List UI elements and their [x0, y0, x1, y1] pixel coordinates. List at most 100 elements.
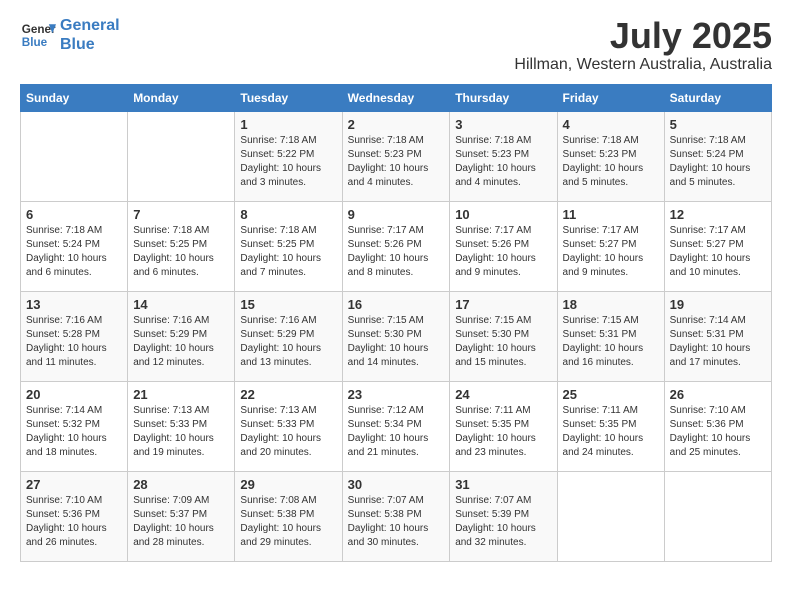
day-info: Sunrise: 7:18 AM Sunset: 5:22 PM Dayligh… — [240, 134, 336, 190]
day-info: Sunrise: 7:10 AM Sunset: 5:36 PM Dayligh… — [670, 404, 766, 460]
day-info: Sunrise: 7:16 AM Sunset: 5:29 PM Dayligh… — [133, 314, 229, 370]
day-number: 6 — [26, 207, 122, 222]
day-number: 3 — [455, 117, 551, 132]
day-number: 30 — [348, 477, 445, 492]
day-info: Sunrise: 7:16 AM Sunset: 5:29 PM Dayligh… — [240, 314, 336, 370]
day-info: Sunrise: 7:11 AM Sunset: 5:35 PM Dayligh… — [455, 404, 551, 460]
logo-text: General Blue — [60, 16, 120, 54]
day-info: Sunrise: 7:18 AM Sunset: 5:23 PM Dayligh… — [563, 134, 659, 190]
day-number: 9 — [348, 207, 445, 222]
calendar-cell: 9Sunrise: 7:17 AM Sunset: 5:26 PM Daylig… — [342, 201, 450, 291]
day-info: Sunrise: 7:15 AM Sunset: 5:30 PM Dayligh… — [348, 314, 445, 370]
calendar-cell: 15Sunrise: 7:16 AM Sunset: 5:29 PM Dayli… — [235, 291, 342, 381]
day-info: Sunrise: 7:17 AM Sunset: 5:26 PM Dayligh… — [455, 224, 551, 280]
calendar-cell — [557, 471, 664, 561]
week-row-3: 13 Sunrise: 7:16 AM Sunset: 5:28 PM Dayli… — [21, 291, 772, 381]
calendar-cell: 14Sunrise: 7:16 AM Sunset: 5:29 PM Dayli… — [128, 291, 235, 381]
day-number: 12 — [670, 207, 766, 222]
day-info: Sunrise: 7:13 AM Sunset: 5:33 PM Dayligh… — [240, 404, 336, 460]
calendar-cell: 12Sunrise: 7:17 AM Sunset: 5:27 PM Dayli… — [664, 201, 771, 291]
calendar-cell — [128, 111, 235, 201]
day-info: Sunrise: 7:18 AM Sunset: 5:23 PM Dayligh… — [455, 134, 551, 190]
svg-text:Blue: Blue — [22, 36, 48, 49]
calendar-cell — [21, 111, 128, 201]
header-day-monday: Monday — [128, 84, 235, 111]
day-info: Sunrise: 7:08 AM Sunset: 5:38 PM Dayligh… — [240, 494, 336, 550]
day-number: 25 — [563, 387, 659, 402]
header-day-tuesday: Tuesday — [235, 84, 342, 111]
day-number: 26 — [670, 387, 766, 402]
day-info: Sunrise: 7:18 AM Sunset: 5:24 PM Dayligh… — [670, 134, 766, 190]
header-row: SundayMondayTuesdayWednesdayThursdayFrid… — [21, 84, 772, 111]
day-info: Sunrise: 7:13 AM Sunset: 5:33 PM Dayligh… — [133, 404, 229, 460]
calendar-cell: 27Sunrise: 7:10 AM Sunset: 5:36 PM Dayli… — [21, 471, 128, 561]
calendar-cell: 20 Sunrise: 7:14 AM Sunset: 5:32 PM Dayli… — [21, 381, 128, 471]
day-info: Sunrise: 7:12 AM Sunset: 5:34 PM Dayligh… — [348, 404, 445, 460]
day-info: Sunrise: 7:18 AM Sunset: 5:24 PM Dayligh… — [26, 224, 122, 280]
day-info: Sunrise: 7:07 AM Sunset: 5:38 PM Dayligh… — [348, 494, 445, 550]
day-number: 10 — [455, 207, 551, 222]
logo: General Blue General Blue — [20, 16, 120, 54]
day-info: Sunrise: 7:18 AM Sunset: 5:23 PM Dayligh… — [348, 134, 445, 190]
calendar-title: July 2025 — [514, 16, 772, 56]
day-number: 16 — [348, 297, 445, 312]
header-day-sunday: Sunday — [21, 84, 128, 111]
calendar-cell: 21 Sunrise: 7:13 AM Sunset: 5:33 PM Dayli… — [128, 381, 235, 471]
logo-line1: General — [60, 17, 120, 34]
calendar-cell: 24 Sunrise: 7:11 AM Sunset: 5:35 PM Dayli… — [450, 381, 557, 471]
day-info: Sunrise: 7:14 AM Sunset: 5:31 PM Dayligh… — [670, 314, 766, 370]
calendar-cell: 26 Sunrise: 7:10 AM Sunset: 5:36 PM Dayli… — [664, 381, 771, 471]
logo-line2: Blue — [60, 36, 95, 53]
day-number: 24 — [455, 387, 551, 402]
calendar-cell: 11 Sunrise: 7:17 AM Sunset: 5:27 PM Dayli… — [557, 201, 664, 291]
day-number: 8 — [240, 207, 336, 222]
calendar-cell: 29 Sunrise: 7:08 AM Sunset: 5:38 PM Dayli… — [235, 471, 342, 561]
day-number: 21 — [133, 387, 229, 402]
day-number: 28 — [133, 477, 229, 492]
day-number: 1 — [240, 117, 336, 132]
page-header: General Blue General Blue July 2025 Hill… — [20, 16, 772, 74]
header-day-friday: Friday — [557, 84, 664, 111]
calendar-cell: 31 Sunrise: 7:07 AM Sunset: 5:39 PM Dayli… — [450, 471, 557, 561]
calendar-cell: 23Sunrise: 7:12 AM Sunset: 5:34 PM Dayli… — [342, 381, 450, 471]
calendar-body: 1 Sunrise: 7:18 AM Sunset: 5:22 PM Daylig… — [21, 111, 772, 561]
calendar-cell: 18Sunrise: 7:15 AM Sunset: 5:31 PM Dayli… — [557, 291, 664, 381]
day-info: Sunrise: 7:15 AM Sunset: 5:31 PM Dayligh… — [563, 314, 659, 370]
day-number: 31 — [455, 477, 551, 492]
day-info: Sunrise: 7:07 AM Sunset: 5:39 PM Dayligh… — [455, 494, 551, 550]
calendar-subtitle: Hillman, Western Australia, Australia — [514, 56, 772, 74]
day-info: Sunrise: 7:16 AM Sunset: 5:28 PM Dayligh… — [26, 314, 122, 370]
day-number: 19 — [670, 297, 766, 312]
calendar-cell: 4Sunrise: 7:18 AM Sunset: 5:23 PM Daylig… — [557, 111, 664, 201]
week-row-1: 1 Sunrise: 7:18 AM Sunset: 5:22 PM Daylig… — [21, 111, 772, 201]
calendar-cell: 25 Sunrise: 7:11 AM Sunset: 5:35 PM Dayli… — [557, 381, 664, 471]
calendar-cell: 5Sunrise: 7:18 AM Sunset: 5:24 PM Daylig… — [664, 111, 771, 201]
title-block: July 2025 Hillman, Western Australia, Au… — [514, 16, 772, 74]
calendar-cell: 30 Sunrise: 7:07 AM Sunset: 5:38 PM Dayli… — [342, 471, 450, 561]
day-number: 11 — [563, 207, 659, 222]
day-info: Sunrise: 7:14 AM Sunset: 5:32 PM Dayligh… — [26, 404, 122, 460]
day-number: 29 — [240, 477, 336, 492]
day-info: Sunrise: 7:11 AM Sunset: 5:35 PM Dayligh… — [563, 404, 659, 460]
day-info: Sunrise: 7:18 AM Sunset: 5:25 PM Dayligh… — [240, 224, 336, 280]
day-number: 2 — [348, 117, 445, 132]
day-number: 13 — [26, 297, 122, 312]
day-number: 22 — [240, 387, 336, 402]
calendar-cell: 8 Sunrise: 7:18 AM Sunset: 5:25 PM Daylig… — [235, 201, 342, 291]
week-row-5: 27Sunrise: 7:10 AM Sunset: 5:36 PM Dayli… — [21, 471, 772, 561]
day-info: Sunrise: 7:18 AM Sunset: 5:25 PM Dayligh… — [133, 224, 229, 280]
day-number: 27 — [26, 477, 122, 492]
week-row-4: 20 Sunrise: 7:14 AM Sunset: 5:32 PM Dayli… — [21, 381, 772, 471]
calendar-cell: 2 Sunrise: 7:18 AM Sunset: 5:23 PM Daylig… — [342, 111, 450, 201]
calendar-table: SundayMondayTuesdayWednesdayThursdayFrid… — [20, 84, 772, 562]
header-day-thursday: Thursday — [450, 84, 557, 111]
day-number: 7 — [133, 207, 229, 222]
calendar-header: SundayMondayTuesdayWednesdayThursdayFrid… — [21, 84, 772, 111]
header-day-saturday: Saturday — [664, 84, 771, 111]
calendar-cell: 17Sunrise: 7:15 AM Sunset: 5:30 PM Dayli… — [450, 291, 557, 381]
calendar-cell: 19 Sunrise: 7:14 AM Sunset: 5:31 PM Dayli… — [664, 291, 771, 381]
day-info: Sunrise: 7:17 AM Sunset: 5:27 PM Dayligh… — [563, 224, 659, 280]
day-number: 17 — [455, 297, 551, 312]
day-number: 20 — [26, 387, 122, 402]
calendar-cell: 28Sunrise: 7:09 AM Sunset: 5:37 PM Dayli… — [128, 471, 235, 561]
